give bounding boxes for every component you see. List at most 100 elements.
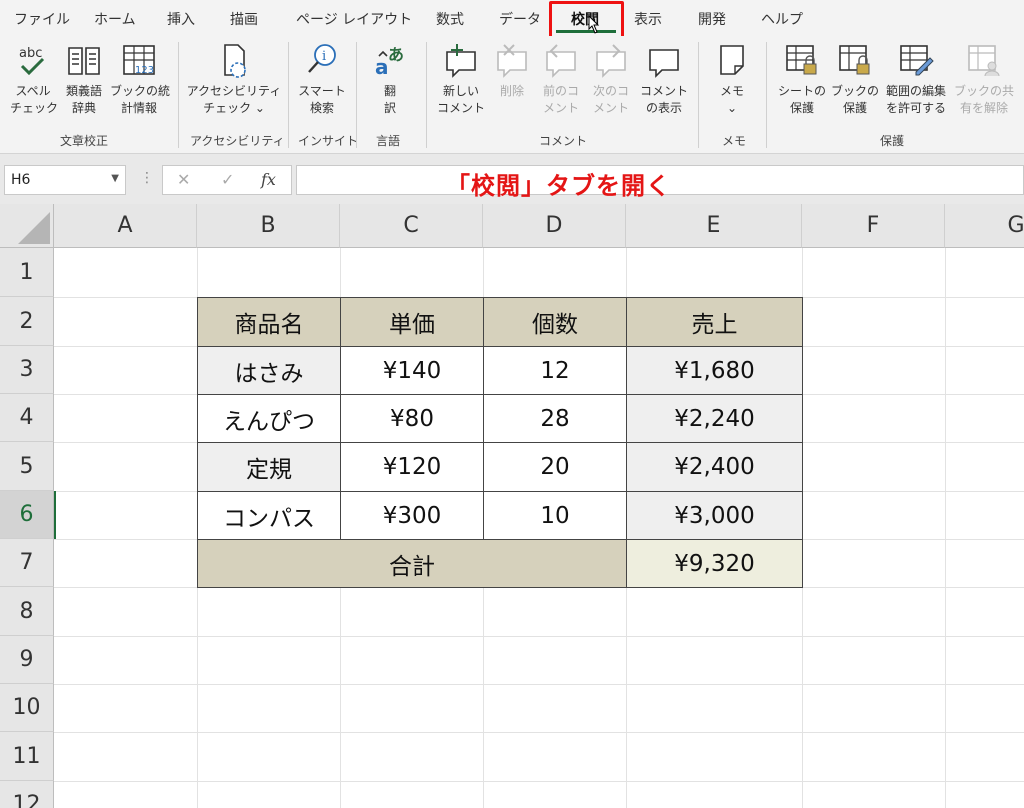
table-header-cell[interactable]: 単価 bbox=[340, 297, 484, 347]
ribbon-tab-bar: ファイル ホーム 挿入 描画 ページ レイアウト 数式 データ 校閲 表示 開発… bbox=[0, 0, 1024, 42]
row-header-6[interactable]: 6 bbox=[0, 491, 54, 539]
table-cell[interactable]: 28 bbox=[483, 394, 627, 443]
smart-lookup-icon: i bbox=[308, 44, 336, 73]
total-value-cell[interactable]: ¥9,320 bbox=[626, 539, 803, 588]
table-cell[interactable]: 20 bbox=[483, 442, 627, 492]
column-header-g[interactable]: G bbox=[945, 204, 1024, 248]
table-cell[interactable]: 12 bbox=[483, 346, 627, 395]
accessibility-label-2: チェック ⌄ bbox=[203, 101, 265, 115]
workbook-statistics-button[interactable]: 123 ブックの統 計情報 bbox=[110, 42, 171, 117]
group-label-language: 言語 bbox=[376, 134, 401, 148]
accessibility-icon bbox=[224, 44, 246, 78]
thesaurus-button[interactable]: 類義語 辞典 bbox=[60, 42, 108, 117]
tab-draw[interactable]: 描画 bbox=[230, 9, 258, 29]
protect-sheet-label-1: シートの bbox=[777, 84, 826, 98]
column-header-c[interactable]: C bbox=[340, 204, 483, 248]
show-comments-label-1: コメント bbox=[639, 84, 688, 98]
ribbon-separator bbox=[288, 42, 289, 148]
unshare-workbook-icon bbox=[968, 45, 1000, 77]
tab-insert[interactable]: 挿入 bbox=[167, 9, 195, 29]
gridline bbox=[54, 781, 1024, 782]
table-cell[interactable]: ¥2,240 bbox=[626, 394, 803, 443]
table-cell[interactable]: ¥80 bbox=[340, 394, 484, 443]
notes-dropdown-chevron-icon: ⌄ bbox=[726, 101, 738, 115]
ribbon: abc スペル チェック 類義語 辞典 123 ブックの統 計情報 文章校正 ア… bbox=[0, 36, 1024, 154]
previous-comment-button[interactable]: 前のコ メント bbox=[538, 42, 584, 117]
show-comments-button[interactable]: コメント の表示 bbox=[636, 42, 692, 117]
table-header-cell[interactable]: 売上 bbox=[626, 297, 803, 347]
allow-edit-ranges-label-2: を許可する bbox=[885, 101, 946, 115]
row-header-8[interactable]: 8 bbox=[0, 587, 54, 636]
row-header-2[interactable]: 2 bbox=[0, 297, 54, 346]
table-cell[interactable]: 10 bbox=[483, 491, 627, 540]
smart-lookup-button[interactable]: i スマート 検索 bbox=[294, 42, 350, 117]
tab-developer[interactable]: 開発 bbox=[698, 9, 726, 29]
tab-formulas[interactable]: 数式 bbox=[436, 9, 464, 29]
row-header-1[interactable]: 1 bbox=[0, 248, 54, 297]
table-header-cell[interactable]: 個数 bbox=[483, 297, 627, 347]
svg-text:abc: abc bbox=[19, 46, 42, 61]
unshare-workbook-button[interactable]: ブックの共 有を解除 bbox=[954, 42, 1014, 117]
row-header-12[interactable]: 12 bbox=[0, 781, 54, 808]
tab-data[interactable]: データ bbox=[499, 9, 541, 29]
spreadsheet-grid[interactable]: A B C D E F G 1 2 3 4 5 6 7 8 9 10 11 12 bbox=[0, 204, 1024, 808]
next-comment-button[interactable]: 次のコ メント bbox=[588, 42, 634, 117]
select-all-corner[interactable] bbox=[0, 204, 54, 248]
delete-comment-button[interactable]: 削除 bbox=[490, 42, 534, 100]
accessibility-check-button[interactable]: アクセシビリティ チェック ⌄ bbox=[186, 42, 282, 117]
protect-sheet-label-2: 保護 bbox=[789, 101, 814, 115]
allow-edit-ranges-button[interactable]: 範囲の編集 を許可する bbox=[880, 42, 952, 117]
column-header-d[interactable]: D bbox=[483, 204, 626, 248]
tab-view[interactable]: 表示 bbox=[634, 9, 662, 29]
row-header-10[interactable]: 10 bbox=[0, 684, 54, 732]
table-cell[interactable]: ¥300 bbox=[340, 491, 484, 540]
total-label-cell[interactable]: 合計 bbox=[197, 539, 627, 588]
name-box[interactable]: H6 ▼ bbox=[4, 165, 126, 195]
tab-page-layout[interactable]: ページ レイアウト bbox=[296, 9, 412, 29]
cancel-icon[interactable]: ✕ bbox=[177, 170, 190, 189]
insert-function-icon[interactable]: fx bbox=[261, 170, 276, 189]
table-header-cell[interactable]: 商品名 bbox=[197, 297, 341, 347]
protect-workbook-button[interactable]: ブックの 保護 bbox=[830, 42, 880, 117]
notes-button[interactable]: メモ ⌄ bbox=[706, 42, 758, 117]
table-cell[interactable]: はさみ bbox=[197, 346, 341, 395]
table-cell[interactable]: ¥2,400 bbox=[626, 442, 803, 492]
row-header-3[interactable]: 3 bbox=[0, 346, 54, 394]
active-cell-indicator bbox=[54, 491, 56, 539]
column-header-b[interactable]: B bbox=[197, 204, 340, 248]
select-all-triangle-icon bbox=[18, 212, 50, 244]
table-cell[interactable]: ¥140 bbox=[340, 346, 484, 395]
svg-text:a: a bbox=[375, 55, 389, 79]
new-comment-button[interactable]: 新しい コメント bbox=[434, 42, 488, 117]
tab-file[interactable]: ファイル bbox=[14, 9, 70, 29]
enter-icon[interactable]: ✓ bbox=[221, 170, 234, 189]
statistics-label-1: ブックの統 bbox=[110, 84, 171, 98]
tab-home[interactable]: ホーム bbox=[94, 9, 136, 29]
chevron-down-icon[interactable]: ▼ bbox=[111, 173, 119, 184]
new-comment-label-2: コメント bbox=[436, 101, 485, 115]
column-header-a[interactable]: A bbox=[54, 204, 197, 248]
table-cell[interactable]: コンパス bbox=[197, 491, 341, 540]
name-box-value: H6 bbox=[11, 172, 31, 188]
table-cell[interactable]: ¥1,680 bbox=[626, 346, 803, 395]
table-cell[interactable]: えんぴつ bbox=[197, 394, 341, 443]
smart-lookup-label-1: スマート bbox=[298, 84, 346, 98]
table-cell[interactable]: ¥3,000 bbox=[626, 491, 803, 540]
row-header-9[interactable]: 9 bbox=[0, 636, 54, 684]
table-cell[interactable]: ¥120 bbox=[340, 442, 484, 492]
row-header-4[interactable]: 4 bbox=[0, 394, 54, 442]
row-header-11[interactable]: 11 bbox=[0, 732, 54, 781]
row-header-5[interactable]: 5 bbox=[0, 442, 54, 491]
translate-button[interactable]: aあ 翻 訳 bbox=[364, 42, 416, 117]
thesaurus-label-1: 類義語 bbox=[65, 84, 102, 98]
formula-buttons: ✕ ✓ fx bbox=[162, 165, 292, 195]
column-header-f[interactable]: F bbox=[802, 204, 945, 248]
tab-help[interactable]: ヘルプ bbox=[761, 9, 803, 29]
table-cell[interactable]: 定規 bbox=[197, 442, 341, 492]
protect-sheet-button[interactable]: シートの 保護 bbox=[774, 42, 830, 117]
spell-check-button[interactable]: abc スペル チェック bbox=[10, 42, 58, 117]
translate-label-1: 翻 bbox=[383, 84, 396, 98]
column-header-e[interactable]: E bbox=[626, 204, 802, 248]
svg-text:あ: あ bbox=[388, 45, 404, 64]
row-header-7[interactable]: 7 bbox=[0, 539, 54, 587]
